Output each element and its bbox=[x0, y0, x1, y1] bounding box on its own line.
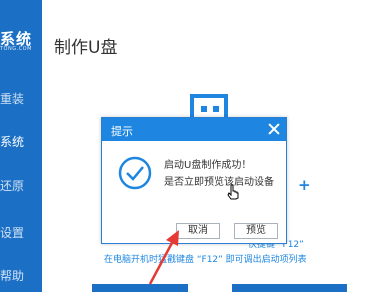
sidebar-item-help[interactable]: 帮助 bbox=[0, 267, 42, 284]
dialog-message-line1: 启动U盘制作成功！ bbox=[164, 160, 252, 171]
preview-button[interactable]: 预览 bbox=[234, 223, 278, 239]
bottom-action-button-right[interactable] bbox=[232, 284, 347, 292]
hand-cursor-icon bbox=[227, 184, 239, 200]
sidebar: 系统 TONG.COM 重装 系统 还原 设置 帮助 bbox=[0, 0, 42, 292]
page-title: 制作U盘 bbox=[54, 38, 118, 58]
dialog-title: 提示 bbox=[111, 125, 133, 138]
sidebar-item-system[interactable]: 系统 bbox=[0, 133, 42, 150]
cancel-button[interactable]: 取消 bbox=[176, 223, 220, 239]
sidebar-item-settings[interactable]: 设置 bbox=[0, 224, 42, 241]
bottom-action-button-left[interactable] bbox=[92, 284, 188, 292]
close-icon[interactable] bbox=[267, 122, 281, 136]
success-check-icon bbox=[118, 156, 152, 190]
sidebar-item-restore[interactable]: 还原 bbox=[0, 177, 42, 194]
prompt-dialog: 提示 启动U盘制作成功！ 是否立即预览该启动设备 取消 预览 bbox=[101, 117, 287, 244]
dialog-header: 提示 bbox=[102, 118, 286, 141]
plus-icon: + bbox=[298, 176, 311, 194]
sidebar-item-reinstall[interactable]: 重装 bbox=[0, 90, 42, 107]
app-logo-subtitle: TONG.COM bbox=[0, 46, 32, 52]
boot-hint: 在电脑开机时猛戳键盘 “F12” 即可调出启动项列表 bbox=[104, 255, 307, 265]
dialog-message-line2: 是否立即预览该启动设备 bbox=[164, 177, 274, 188]
